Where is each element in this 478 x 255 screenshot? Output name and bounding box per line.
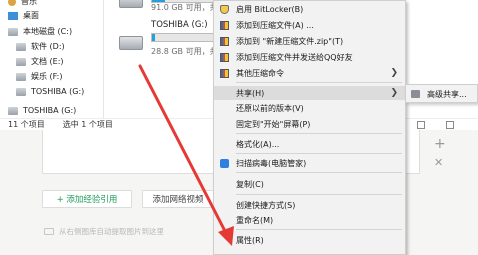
drive-icon [16,87,26,96]
chevron-right-icon: ❯ [390,88,398,98]
selected-count: 选中 1 个项目 [62,120,113,129]
drive-icon [8,106,18,115]
menu-separator [236,133,402,134]
nav-item-drive-f[interactable]: 娱乐 (F:) [0,69,104,84]
drive-icon [16,42,26,51]
nav-item-drive-g-root[interactable]: TOSHIBA (G:) [0,103,104,118]
menu-item-advanced-share[interactable]: 高级共享... [427,89,467,100]
menu-item-copy[interactable]: 复制(C) [214,177,405,191]
menu-separator [236,229,402,230]
drive-icon [119,0,143,8]
drive-name: TOSHIBA (G:) [151,20,208,30]
menu-separator [236,153,402,154]
share-submenu: 高级共享... [405,84,478,103]
menu-item-add-to-archive[interactable]: 添加到压缩文件(A) ... [214,18,405,32]
menu-item-rename[interactable]: 重命名(M) [214,213,405,227]
menu-item-format[interactable]: 格式化(A)... [214,137,405,151]
shield-icon [220,4,229,14]
close-icon[interactable]: ✕ [434,156,443,169]
tencent-pc-manager-icon [220,158,229,168]
menu-item-other-compression[interactable]: 其他压缩命令 ❯ [214,66,405,80]
share-icon [411,90,420,98]
menu-item-virus-scan[interactable]: 扫描病毒(电脑管家) [214,156,405,170]
add-video-button[interactable]: 添加网络视频 [142,190,214,208]
drive-icon [8,27,18,36]
view-toggle [417,121,472,129]
winrar-icon [220,68,229,78]
menu-item-bitlocker[interactable]: 启用 BitLocker(B) [214,2,405,16]
menu-item-pin-to-start[interactable]: 固定到"开始"屏幕(P) [214,117,405,131]
context-menu: 启用 BitLocker(B) 添加到压缩文件(A) ... 添加到 "新建压缩… [213,0,406,255]
drive-free-space: 91.0 GB 可用，共 [151,3,218,12]
menu-separator [236,172,402,173]
details-view-icon[interactable] [417,121,425,129]
menu-item-archive-send-qq[interactable]: 添加到压缩文件并发送给QQ好友 [214,50,405,64]
nav-item-drive-e[interactable]: 文档 (E:) [0,54,104,69]
nav-item-drive-g[interactable]: TOSHIBA (G:) [0,84,104,99]
navigation-pane: 音乐 桌面 本地磁盘 (C:) 软件 (D:) 文档 (E:) 娱乐 (F:) … [0,0,104,118]
drive-icon [119,36,143,50]
menu-item-properties[interactable]: 属性(R) [214,233,405,247]
item-count: 11 个项目 [8,120,45,129]
nav-item-drive-d[interactable]: 软件 (D:) [0,39,104,54]
menu-item-share[interactable]: 共享(H) ❯ [214,86,405,100]
nav-item-drive-c[interactable]: 本地磁盘 (C:) [0,24,104,39]
extract-image-hint[interactable]: 从右侧图库自动提取图片到这里 [44,226,164,237]
winrar-icon [220,36,229,46]
nav-item-desktop[interactable]: 桌面 [0,8,104,23]
drive-usage-bar [151,33,217,42]
add-citation-button[interactable]: + 添加经验引用 [42,190,132,208]
camera-icon [44,228,54,235]
large-icons-view-icon[interactable] [446,121,454,129]
menu-item-add-to-zip[interactable]: 添加到 "新建压缩文件.zip"(T) [214,34,405,48]
winrar-icon [220,20,229,30]
drive-free-space: 28.8 GB 可用，共 [151,47,218,56]
drive-icon [16,72,26,81]
chevron-right-icon: ❯ [390,68,398,78]
winrar-icon [220,52,229,62]
menu-separator [236,82,402,83]
plus-icon[interactable]: + [434,136,446,152]
menu-item-create-shortcut[interactable]: 创建快捷方式(S) [214,198,405,212]
menu-separator [236,194,402,195]
music-icon [8,0,16,6]
drive-icon [16,57,26,66]
menu-item-restore-previous[interactable]: 还原以前的版本(V) [214,101,405,115]
desktop-icon [8,11,18,20]
